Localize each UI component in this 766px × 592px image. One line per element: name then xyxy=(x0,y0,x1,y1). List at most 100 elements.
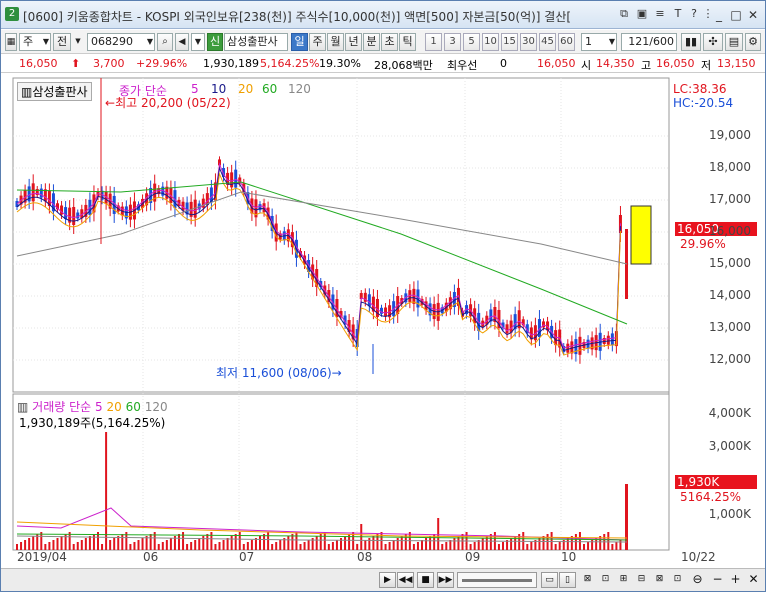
volume-ma-text: 거래량 단순 xyxy=(32,400,92,414)
volume-bar xyxy=(238,532,241,550)
period-tab-6[interactable]: 틱 xyxy=(399,33,416,51)
interval-button-5[interactable]: 5 xyxy=(463,33,480,51)
volume-bar xyxy=(566,538,569,550)
chart-area[interactable]: ▥삼성출판사 종가 단순 5 10 20 60 120 ←최고 20,200 (… xyxy=(1,74,765,568)
volume-bar xyxy=(117,536,120,550)
tool3-icon[interactable]: ⊞ xyxy=(615,572,632,588)
link-icon[interactable]: ⧉ xyxy=(617,7,631,21)
volume-bar xyxy=(186,544,189,550)
volume-bar xyxy=(210,532,213,550)
rewind-icon[interactable]: ◀◀ xyxy=(397,572,414,588)
speaker-icon[interactable]: ◀ xyxy=(175,33,189,51)
grid-icon[interactable]: ▦ xyxy=(5,33,17,51)
scroll-thumb[interactable] xyxy=(462,579,532,582)
volume-bar xyxy=(80,540,83,550)
interval-button-15[interactable]: 15 xyxy=(501,33,518,51)
print-icon[interactable]: ≡ xyxy=(653,7,667,21)
forward-icon[interactable]: ▶▶ xyxy=(437,572,454,588)
high-annotation-text: 최고 20,200 (05/22) xyxy=(115,96,231,110)
period-tab-2[interactable]: 월 xyxy=(327,33,344,51)
price-tick-label: 18,000 xyxy=(709,160,751,174)
tool6-icon[interactable]: ⊡ xyxy=(669,572,686,588)
volume-bar xyxy=(165,540,168,550)
volume-bar xyxy=(250,540,253,550)
interval-button-45[interactable]: 45 xyxy=(539,33,556,51)
zoom-out-icon[interactable]: ⊖ xyxy=(689,572,706,588)
minimize-icon[interactable]: _ xyxy=(711,7,727,23)
font-icon[interactable]: T xyxy=(671,7,685,21)
settings-icon[interactable]: ⚙ xyxy=(745,33,761,51)
tool4-icon[interactable]: ⊟ xyxy=(633,572,650,588)
expand-icon[interactable]: ▯ xyxy=(559,572,576,588)
volume-bar xyxy=(234,534,237,550)
interval-button-1[interactable]: 1 xyxy=(425,33,442,51)
stop-icon[interactable]: ■ xyxy=(417,572,434,588)
volume-bar xyxy=(178,534,180,550)
dropdown-icon[interactable]: ▼ xyxy=(73,33,83,51)
period-tab-5[interactable]: 초 xyxy=(381,33,398,51)
scroll-track[interactable] xyxy=(457,572,537,588)
period-tab-0[interactable]: 일 xyxy=(291,33,308,51)
volume-bar xyxy=(28,538,31,550)
interval-button-60[interactable]: 60 xyxy=(558,33,575,51)
volume-bar xyxy=(368,538,371,550)
close-small-icon[interactable]: ✕ xyxy=(745,572,762,588)
count-field[interactable]: 121/600 xyxy=(621,33,677,51)
save-icon[interactable]: ▣ xyxy=(635,7,649,21)
interval-button-10[interactable]: 10 xyxy=(482,33,499,51)
period-tab-1[interactable]: 주 xyxy=(309,33,326,51)
volume-bar xyxy=(550,532,553,550)
volume-bar xyxy=(453,538,456,550)
search-icon[interactable]: ⌕ xyxy=(157,33,173,51)
scroll-right-icon[interactable]: ▶ xyxy=(379,572,396,588)
volume-bar xyxy=(279,540,282,550)
low-annotation: 최저 11,600 (08/06)→ xyxy=(216,366,342,380)
open-price: 14,350 xyxy=(596,57,635,70)
volume-bar xyxy=(194,540,197,550)
tool2-icon[interactable]: ⊡ xyxy=(597,572,614,588)
plus-icon[interactable]: + xyxy=(727,572,744,588)
volume-bar xyxy=(137,540,140,550)
volume-bar xyxy=(554,544,557,550)
disk-icon[interactable]: ▤ xyxy=(725,33,743,51)
market-select[interactable]: 주 ▼ xyxy=(19,33,51,51)
open-label: 시 xyxy=(581,59,592,72)
close-icon[interactable]: ✕ xyxy=(745,7,761,23)
best-price: 16,050 xyxy=(537,57,576,70)
volume-bar xyxy=(416,542,419,550)
low-annotation-text: 최저 11,600 (08/06) xyxy=(216,366,332,380)
interval-select[interactable]: 1 ▼ xyxy=(581,33,617,51)
volume-tick-label: 1,000K xyxy=(708,507,751,521)
minus-icon[interactable]: − xyxy=(709,572,726,588)
tool5-icon[interactable]: ⊠ xyxy=(651,572,668,588)
dropdown-icon[interactable]: ▼ xyxy=(191,33,205,51)
tool-icon[interactable]: ⊠ xyxy=(579,572,596,588)
candle-body xyxy=(76,212,80,219)
prev-button[interactable]: 전 xyxy=(53,33,71,51)
volume-bar xyxy=(214,544,217,550)
volume-bar xyxy=(92,534,95,550)
zoom-icon[interactable]: ▭ xyxy=(541,572,558,588)
vma60-label: 60 xyxy=(125,400,141,414)
cross-icon[interactable]: ✣ xyxy=(703,33,723,51)
chart-type-icon[interactable]: ▮▮ xyxy=(681,33,701,51)
volume-bar xyxy=(396,538,399,550)
maximize-icon[interactable]: □ xyxy=(728,7,744,23)
market-value: 주 xyxy=(23,35,34,48)
code-input[interactable]: 068290 ▼ xyxy=(87,33,155,51)
volume-bar xyxy=(109,540,112,550)
volume-bar xyxy=(303,542,306,550)
period-tab-4[interactable]: 분 xyxy=(363,33,380,51)
period-tab-3[interactable]: 년 xyxy=(345,33,362,51)
chart-canvas[interactable] xyxy=(1,74,765,568)
ma120-line xyxy=(16,191,628,265)
interval-button-3[interactable]: 3 xyxy=(444,33,461,51)
volume-bar xyxy=(421,540,423,550)
help-icon[interactable]: ? xyxy=(687,7,701,21)
volume-bar xyxy=(392,540,395,550)
volume-bar xyxy=(76,542,79,550)
up-arrow-icon: ⬆ xyxy=(71,57,81,70)
interval-button-30[interactable]: 30 xyxy=(520,33,537,51)
x-tick-label: 10 xyxy=(561,550,577,564)
volume-bar xyxy=(24,540,27,550)
